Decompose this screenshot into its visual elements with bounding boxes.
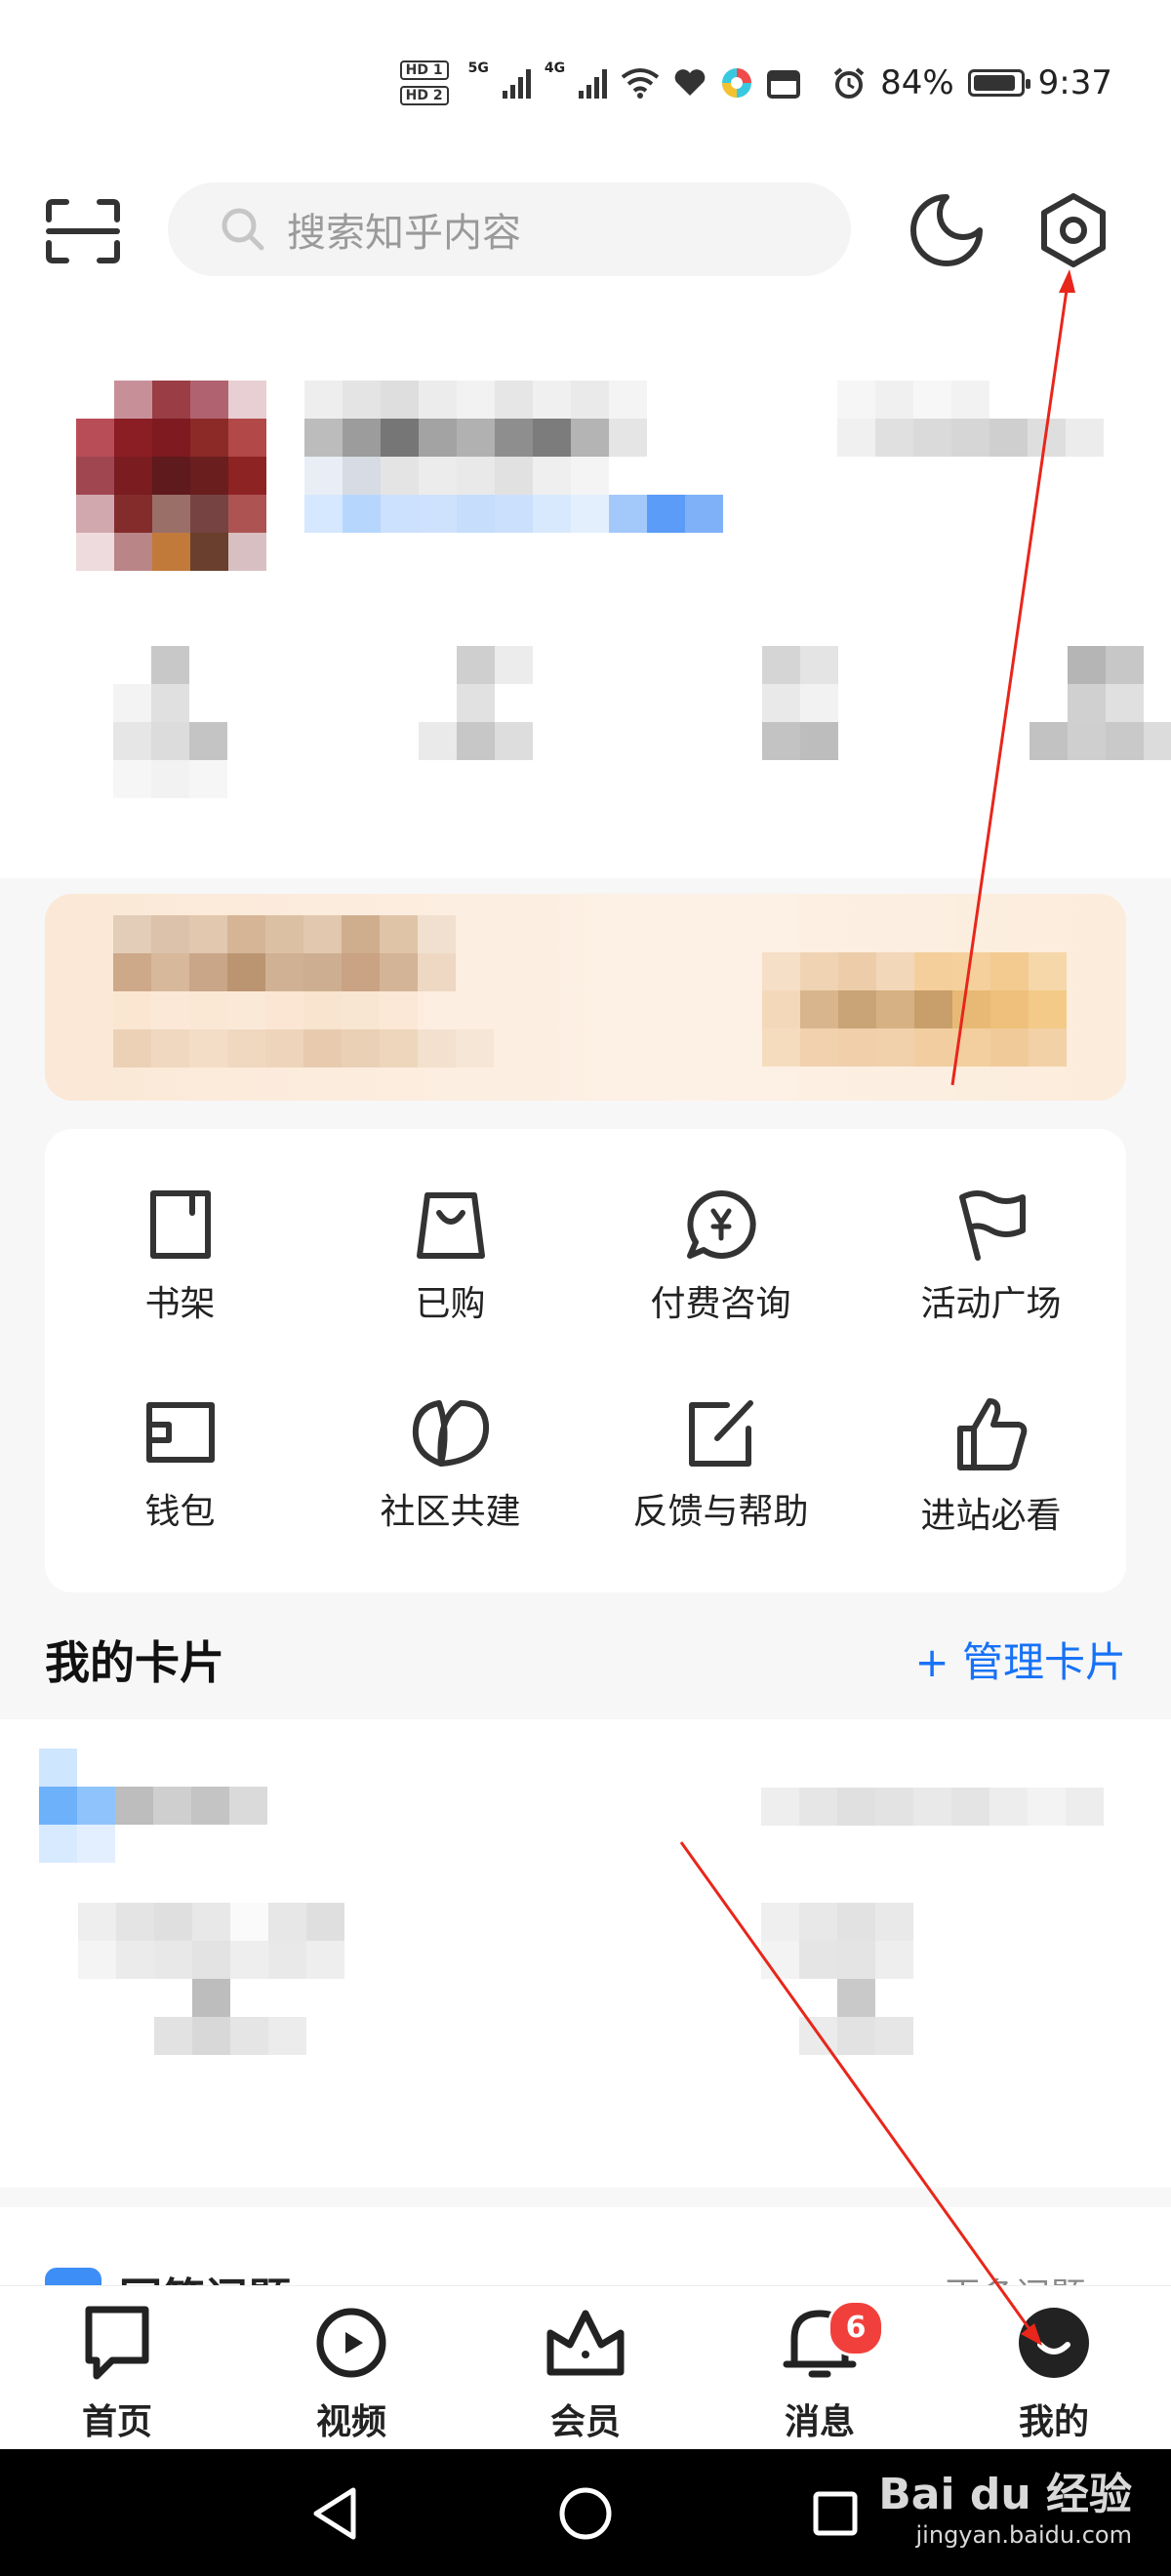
cards-area[interactable] [0,1719,1171,2188]
card-header-pixelated [39,1749,267,1863]
community-icon [412,1400,489,1467]
feature-label: 书架 [144,1284,216,1324]
feature-community[interactable]: 社区共建 [315,1395,586,1590]
tab-messages[interactable]: 6 消息 [751,2300,888,2444]
signal2-icon [579,67,608,99]
feature-label: 已购 [415,1284,486,1324]
shopping-bag-icon [416,1192,485,1259]
my-cards-title: 我的卡片 [45,1636,224,1689]
feature-bookshelf[interactable]: 书架 [45,1187,315,1383]
clock-time: 9:37 [1037,63,1112,102]
hd2-badge: HD 2 [399,86,449,105]
search-bar[interactable]: 搜索知乎内容 [168,182,851,276]
feature-label: 反馈与帮助 [632,1492,809,1532]
feedback-edit-icon [688,1400,753,1467]
nav-home-icon[interactable] [558,2486,613,2541]
feature-must-read[interactable]: 进站必看 [856,1395,1126,1590]
feature-paid-consult[interactable]: 付费咨询 [586,1187,856,1383]
feature-label: 进站必看 [920,1496,1062,1536]
manage-cards-link[interactable]: + 管理卡片 [914,1630,1126,1689]
feature-feedback[interactable]: 反馈与帮助 [586,1395,856,1590]
thumbs-up-icon [956,1398,1027,1470]
wifi-icon [621,68,660,99]
stats-row-pixelated[interactable] [113,646,1171,798]
profile-avatar-icon [1019,2308,1089,2378]
paid-consult-icon [686,1189,756,1259]
status-indicators: HD 1 HD 2 5G 4G 84% 9:37 [399,60,1112,105]
promo-text-pixelated [113,915,494,1067]
tab-profile[interactable]: 我的 [986,2304,1122,2444]
nav-back-icon[interactable] [310,2486,359,2541]
feature-wallet[interactable]: 钱包 [45,1395,315,1590]
nav-recents-icon[interactable] [812,2490,859,2537]
moon-icon[interactable] [908,191,986,269]
features-grid: 书架 已购 付费咨询 活动广场 钱包 社区共建 反馈与帮助 进站必看 [45,1129,1126,1592]
home-comment-icon [85,2306,149,2380]
scan-icon[interactable] [45,198,121,264]
tab-video[interactable]: 视频 [283,2304,420,2444]
card-stat-left-pixelated [78,1903,344,2055]
feature-label: 社区共建 [380,1492,521,1532]
bottom-tab-bar: 首页 视频 会员 6 消息 我的 [0,2285,1171,2450]
tab-label: 视频 [315,2402,386,2442]
health-heart-icon [674,69,706,96]
card-stat-right-pixelated [761,1903,913,2055]
vip-promo-banner[interactable] [45,894,1126,1101]
tab-label: 我的 [1018,2402,1089,2442]
settings-gear-icon[interactable] [1034,191,1112,269]
hd1-badge: HD 1 [399,60,449,80]
battery-percent: 84% [880,63,954,102]
feature-label: 付费咨询 [650,1284,791,1324]
avatar[interactable] [76,381,266,571]
calendar-icon [767,70,801,99]
net1-label: 5G [467,60,489,76]
tab-membership[interactable]: 会员 [517,2304,654,2444]
baidu-jingyan-watermark: Bai du 经验 jingyan.baidu.com [878,2459,1132,2549]
feature-events[interactable]: 活动广场 [856,1187,1126,1383]
watermark-url: jingyan.baidu.com [915,2521,1132,2549]
profile-link-pixelated[interactable] [837,381,1104,457]
feature-purchased[interactable]: 已购 [315,1187,586,1383]
wallet-icon [145,1402,215,1463]
net2-label: 4G [544,60,566,76]
bookshelf-icon [149,1190,211,1259]
alarm-icon [833,67,865,99]
video-play-icon [316,2308,386,2378]
watermark-brand: Bai du 经验 [878,2470,1132,2519]
message-count-badge: 6 [828,2300,884,2356]
card-header-right-pixelated [761,1788,1104,1826]
feature-label: 钱包 [144,1492,216,1532]
search-icon [222,208,264,251]
feature-label: 活动广场 [920,1284,1062,1324]
app-color-icon [722,68,752,98]
crown-icon [546,2310,625,2376]
tab-label: 会员 [549,2402,621,2442]
tab-label: 消息 [784,2402,855,2442]
promo-button-pixelated[interactable] [762,952,1067,1067]
tab-home[interactable]: 首页 [49,2304,185,2444]
username-pixelated [304,381,723,533]
status-bar: HD 1 HD 2 5G 4G 84% 9:37 [0,0,1171,176]
search-placeholder: 搜索知乎内容 [287,211,521,256]
flag-icon [958,1190,1026,1261]
tab-label: 首页 [81,2402,152,2442]
hd-indicators: HD 1 HD 2 [399,60,449,105]
battery-icon [967,69,1030,97]
signal1-icon [502,67,531,99]
